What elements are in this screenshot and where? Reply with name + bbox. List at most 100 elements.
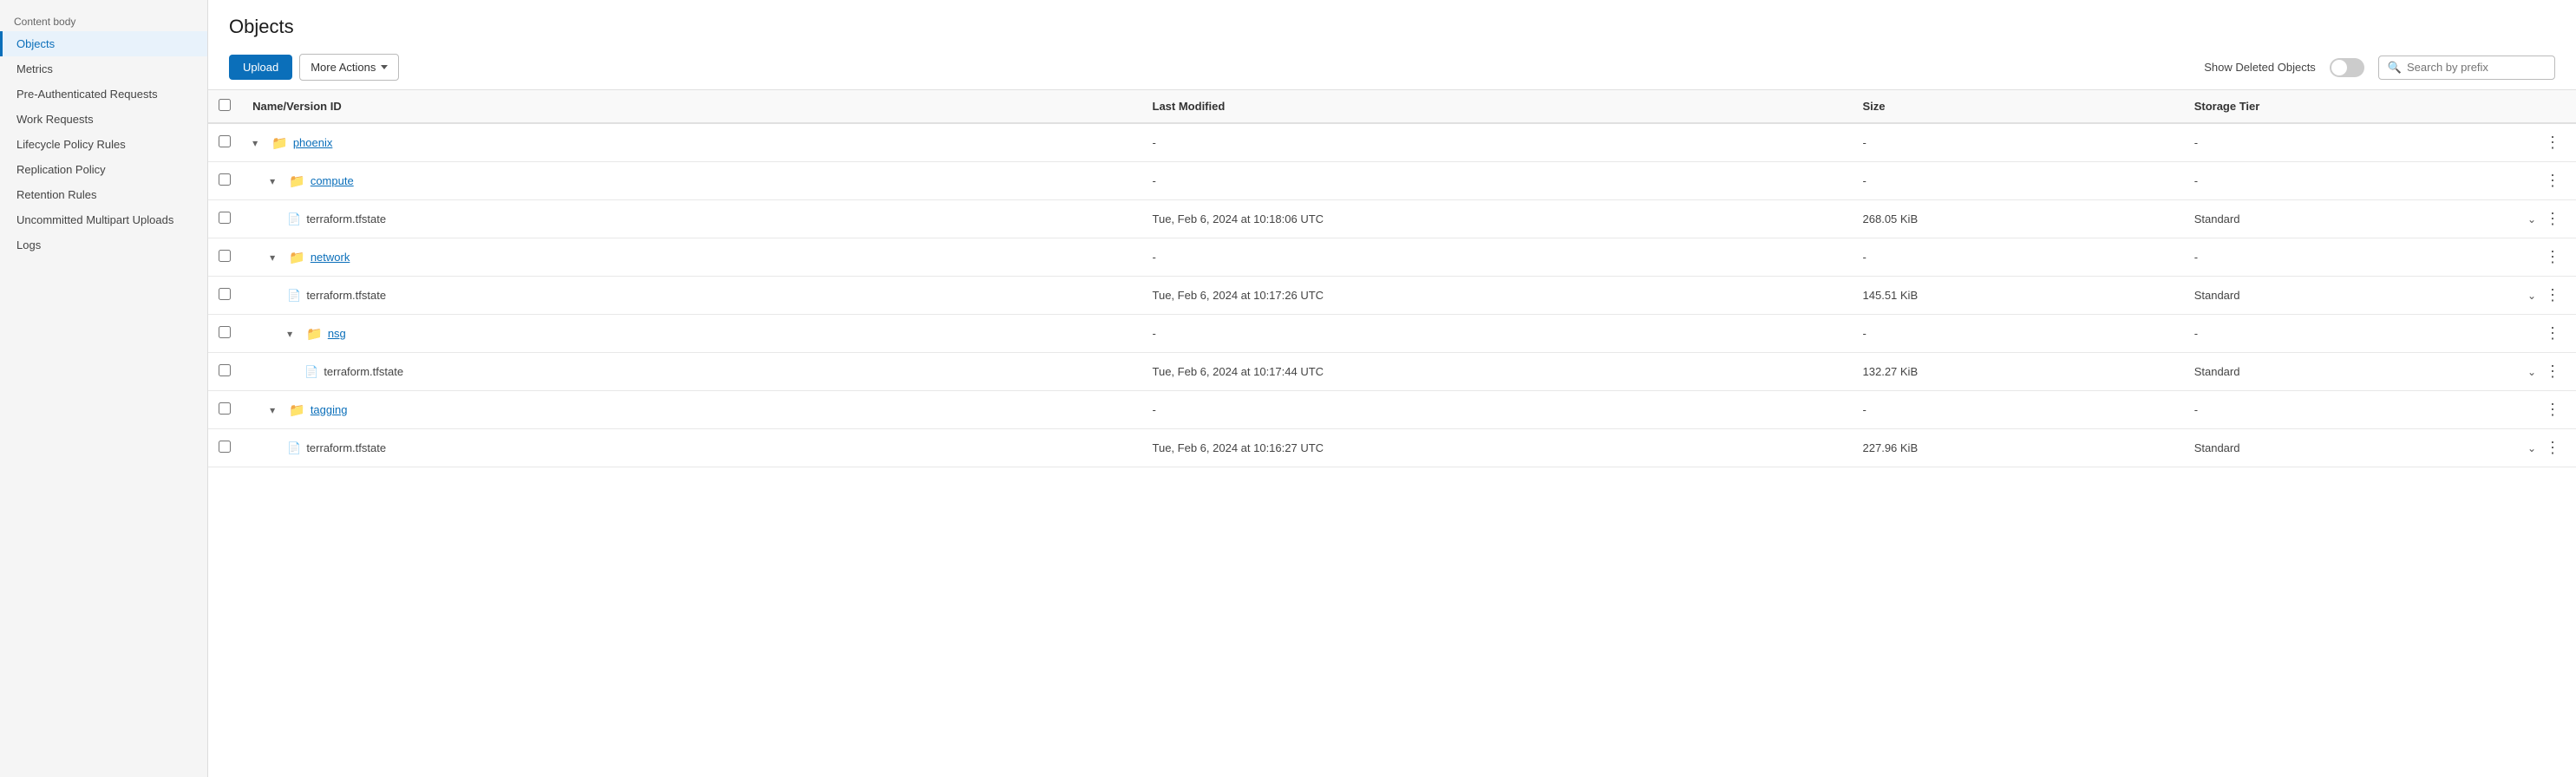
row-checkbox[interactable] <box>219 364 231 376</box>
page-header: Objects <box>208 0 2576 45</box>
column-size: Size <box>1853 90 2184 123</box>
sidebar-item-metrics[interactable]: Metrics <box>0 56 207 82</box>
search-input[interactable] <box>2407 61 2546 74</box>
folder-icon: 📁 <box>289 250 305 265</box>
folder-name-link[interactable]: network <box>311 251 350 264</box>
search-icon: 🔍 <box>2388 61 2402 75</box>
row-context-menu-button[interactable]: ⋮ <box>2540 361 2566 382</box>
row-checkbox[interactable] <box>219 402 231 415</box>
row-checkbox[interactable] <box>219 288 231 300</box>
size-value: 132.27 KiB <box>1853 353 2184 391</box>
row-context-menu-button[interactable]: ⋮ <box>2540 323 2566 344</box>
row-checkbox[interactable] <box>219 135 231 147</box>
sidebar-item-uncommitted-multipart[interactable]: Uncommitted Multipart Uploads <box>0 207 207 232</box>
folder-name-link[interactable]: tagging <box>311 403 348 416</box>
storage-tier-value: Standard <box>2184 429 2515 467</box>
sidebar-item-replication-policy[interactable]: Replication Policy <box>0 157 207 182</box>
row-actions: ⋮ <box>2526 323 2566 344</box>
size-value: - <box>1853 391 2184 429</box>
row-context-menu-button[interactable]: ⋮ <box>2540 437 2566 459</box>
sidebar-item-work-requests[interactable]: Work Requests <box>0 107 207 132</box>
row-checkbox[interactable] <box>219 173 231 186</box>
storage-tier-value: - <box>2184 391 2515 429</box>
row-context-menu-button[interactable]: ⋮ <box>2540 284 2566 306</box>
folder-name-link[interactable]: phoenix <box>293 136 333 149</box>
page-title: Objects <box>229 16 2555 38</box>
sidebar-section-label: Content body <box>0 9 207 31</box>
sidebar-item-retention-rules[interactable]: Retention Rules <box>0 182 207 207</box>
row-checkbox[interactable] <box>219 326 231 338</box>
folder-name-link[interactable]: compute <box>311 174 354 187</box>
table-header-row: Name/Version ID Last Modified Size Stora… <box>208 90 2576 123</box>
last-modified-value: - <box>1142 162 1853 200</box>
folder-name-link[interactable]: nsg <box>328 327 346 340</box>
row-context-menu-button[interactable]: ⋮ <box>2540 208 2566 230</box>
table-row: 📄terraform.tfstateTue, Feb 6, 2024 at 10… <box>208 353 2576 391</box>
size-value: 268.05 KiB <box>1853 200 2184 238</box>
last-modified-value: - <box>1142 391 1853 429</box>
row-context-menu-button[interactable]: ⋮ <box>2540 399 2566 421</box>
storage-tier-value: - <box>2184 238 2515 277</box>
expand-icon[interactable]: ▾ <box>270 404 284 416</box>
storage-tier-value: - <box>2184 162 2515 200</box>
size-value: - <box>1853 238 2184 277</box>
row-checkbox[interactable] <box>219 212 231 224</box>
version-chevron-icon[interactable]: ⌄ <box>2527 366 2536 378</box>
version-chevron-icon[interactable]: ⌄ <box>2527 213 2536 225</box>
file-name: terraform.tfstate <box>306 212 386 225</box>
file-name: terraform.tfstate <box>306 441 386 454</box>
folder-icon: 📁 <box>271 135 288 151</box>
last-modified-value: - <box>1142 123 1853 162</box>
row-checkbox[interactable] <box>219 441 231 453</box>
last-modified-value: Tue, Feb 6, 2024 at 10:16:27 UTC <box>1142 429 1853 467</box>
expand-icon[interactable]: ▾ <box>270 251 284 264</box>
expand-icon[interactable]: ▾ <box>270 175 284 187</box>
show-deleted-toggle[interactable] <box>2330 58 2364 77</box>
more-actions-button[interactable]: More Actions <box>299 54 399 81</box>
row-context-menu-button[interactable]: ⋮ <box>2540 170 2566 192</box>
more-actions-label: More Actions <box>311 61 376 74</box>
toolbar: Upload More Actions Show Deleted Objects… <box>208 45 2576 90</box>
row-actions: ⋮ <box>2526 132 2566 153</box>
row-context-menu-button[interactable]: ⋮ <box>2540 246 2566 268</box>
last-modified-value: Tue, Feb 6, 2024 at 10:18:06 UTC <box>1142 200 1853 238</box>
folder-icon: 📁 <box>306 326 323 342</box>
sidebar-item-objects[interactable]: Objects <box>0 31 207 56</box>
file-name: terraform.tfstate <box>324 365 403 378</box>
table-row: ▾📁phoenix---⋮ <box>208 123 2576 162</box>
file-icon: 📄 <box>287 289 301 303</box>
expand-icon[interactable]: ▾ <box>287 328 301 340</box>
storage-tier-value: Standard <box>2184 200 2515 238</box>
file-icon: 📄 <box>287 441 301 455</box>
storage-tier-value: - <box>2184 123 2515 162</box>
search-box: 🔍 <box>2378 56 2555 80</box>
row-actions: ⌄⋮ <box>2526 284 2566 306</box>
last-modified-value: Tue, Feb 6, 2024 at 10:17:26 UTC <box>1142 277 1853 315</box>
size-value: - <box>1853 162 2184 200</box>
select-all-checkbox[interactable] <box>219 99 231 111</box>
version-chevron-icon[interactable]: ⌄ <box>2527 442 2536 454</box>
objects-table: Name/Version ID Last Modified Size Stora… <box>208 90 2576 467</box>
sidebar-item-logs[interactable]: Logs <box>0 232 207 258</box>
table-row: 📄terraform.tfstateTue, Feb 6, 2024 at 10… <box>208 277 2576 315</box>
objects-table-wrapper: Name/Version ID Last Modified Size Stora… <box>208 90 2576 777</box>
column-checkbox <box>208 90 242 123</box>
column-name: Name/Version ID <box>242 90 1141 123</box>
table-row: 📄 terraform.tfstate Tue, Feb 6, 2024 at 10… <box>208 200 2576 238</box>
row-context-menu-button[interactable]: ⋮ <box>2540 132 2566 153</box>
row-actions: ⋮ <box>2526 170 2566 192</box>
storage-tier-value: Standard <box>2184 353 2515 391</box>
expand-icon[interactable]: ▾ <box>252 137 266 149</box>
row-actions: ⋮ <box>2526 399 2566 421</box>
table-row: ▾📁nsg---⋮ <box>208 315 2576 353</box>
row-checkbox[interactable] <box>219 250 231 262</box>
version-chevron-icon[interactable]: ⌄ <box>2527 290 2536 302</box>
size-value: - <box>1853 315 2184 353</box>
upload-button[interactable]: Upload <box>229 55 292 80</box>
folder-icon: 📁 <box>289 402 305 418</box>
sidebar-item-pre-auth-requests[interactable]: Pre-Authenticated Requests <box>0 82 207 107</box>
folder-icon: 📁 <box>289 173 305 189</box>
file-icon: 📄 <box>287 212 301 226</box>
sidebar-item-lifecycle-policy-rules[interactable]: Lifecycle Policy Rules <box>0 132 207 157</box>
chevron-down-icon <box>381 65 388 69</box>
